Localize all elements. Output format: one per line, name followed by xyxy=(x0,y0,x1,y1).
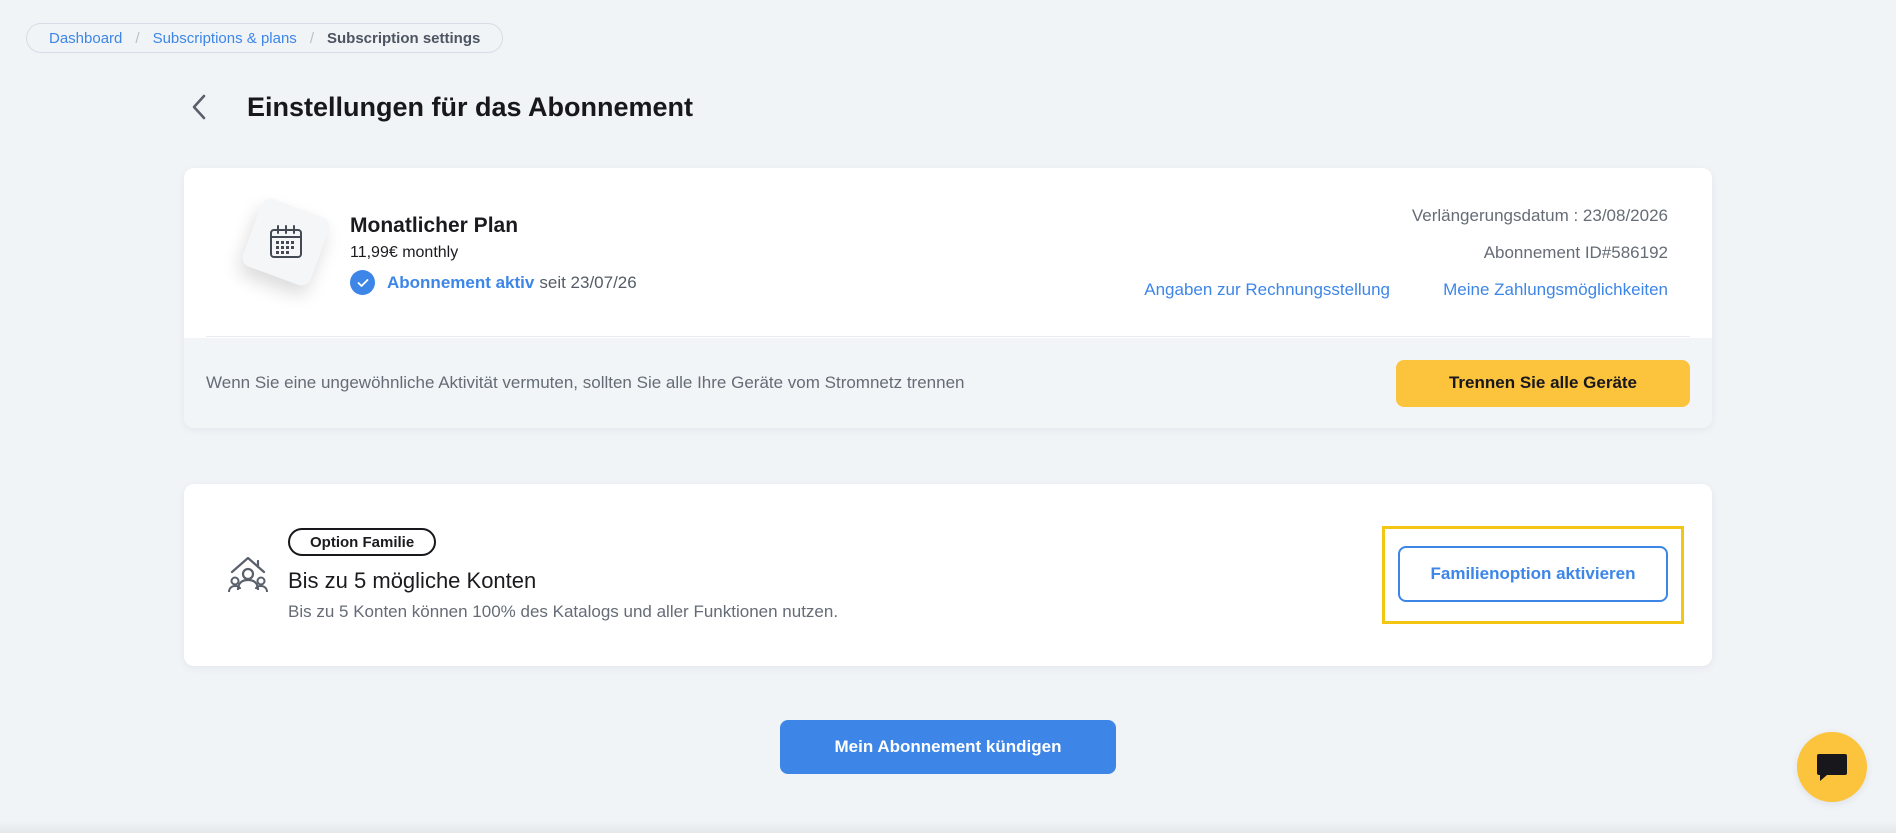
breadcrumb-separator: / xyxy=(135,29,140,47)
status-since: seit 23/07/26 xyxy=(539,272,637,292)
breadcrumb-subscriptions[interactable]: Subscriptions & plans xyxy=(153,30,297,47)
plan-summary: Monatlicher Plan 11,99€ monthly Abonneme… xyxy=(184,168,1712,338)
status-active-label: Abonnement aktiv xyxy=(387,272,535,292)
disconnect-all-devices-button[interactable]: Trennen Sie alle Geräte xyxy=(1396,359,1690,407)
plan-icon-tile xyxy=(239,195,333,289)
check-circle-icon xyxy=(350,270,375,295)
chevron-left-icon xyxy=(192,94,206,120)
plan-status: Abonnement aktiv seit 23/07/26 xyxy=(350,270,637,295)
billing-details-link[interactable]: Angaben zur Rechnungsstellung xyxy=(1144,280,1390,300)
breadcrumb: Dashboard / Subscriptions & plans / Subs… xyxy=(26,23,504,53)
family-description: Bis zu 5 Konten können 100% des Katalogs… xyxy=(288,602,839,621)
calendar-icon xyxy=(270,225,302,258)
chat-bubble-icon xyxy=(1817,754,1847,781)
renewal-date: Verlängerungsdatum : 23/08/2026 xyxy=(1411,206,1668,225)
activate-family-option-button[interactable]: Familienoption aktivieren xyxy=(1398,546,1668,602)
plan-price: 11,99€ monthly xyxy=(350,244,459,261)
family-title: Bis zu 5 mögliche Konten xyxy=(288,568,537,593)
family-option-badge: Option Familie xyxy=(288,528,437,556)
payment-methods-link[interactable]: Meine Zahlungsmöglichkeiten xyxy=(1443,280,1668,300)
cancel-subscription-button[interactable]: Mein Abonnement kündigen xyxy=(780,720,1116,774)
back-button[interactable] xyxy=(184,92,214,122)
plan-card: Monatlicher Plan 11,99€ monthly Abonneme… xyxy=(184,168,1712,428)
page-title: Einstellungen für das Abonnement xyxy=(247,92,694,122)
family-home-icon xyxy=(228,556,268,593)
chat-button[interactable] xyxy=(1797,732,1867,802)
security-warning: Wenn Sie eine ungewöhnliche Aktivität ve… xyxy=(206,373,965,392)
breadcrumb-dashboard[interactable]: Dashboard xyxy=(49,30,122,47)
family-card: Option Familie Bis zu 5 mögliche Konten … xyxy=(184,484,1712,666)
breadcrumb-separator: / xyxy=(309,29,314,47)
security-bar: Wenn Sie eine ungewöhnliche Aktivität ve… xyxy=(184,338,1712,428)
bottom-edge xyxy=(0,821,1896,833)
breadcrumb-current: Subscription settings xyxy=(326,29,481,47)
plan-name: Monatlicher Plan xyxy=(350,214,519,237)
subscription-id: Abonnement ID#586192 xyxy=(1483,243,1668,262)
divider xyxy=(206,336,1690,337)
